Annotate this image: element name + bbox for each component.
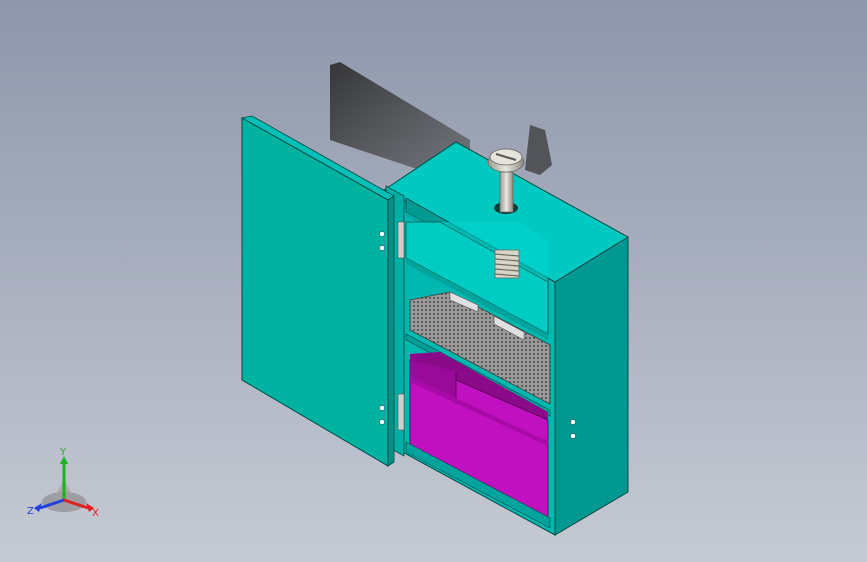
hinge-upper[interactable] [397,221,405,259]
side-hole-lower [570,433,576,439]
cabinet-side-panel[interactable] [554,236,629,536]
y-axis-label: Y [59,448,67,458]
compression-spring[interactable] [494,249,520,279]
door-edge-right [387,195,395,467]
cast-shadow-right [525,125,552,175]
x-axis-label: X [92,508,99,519]
cabinet-model-view[interactable] [0,0,867,562]
graphics-viewport[interactable]: Y X Z [0,0,867,562]
z-axis-label: Z [27,506,34,517]
door-hole-2 [379,245,385,251]
door-hole-1 [379,231,385,237]
cabinet-door[interactable] [241,117,389,467]
door-hole-4 [379,419,385,425]
side-hole-upper [570,419,576,425]
coordinate-triad-icon[interactable]: Y X Z [26,448,102,520]
hinge-lower[interactable] [397,393,405,431]
door-hole-3 [379,405,385,411]
